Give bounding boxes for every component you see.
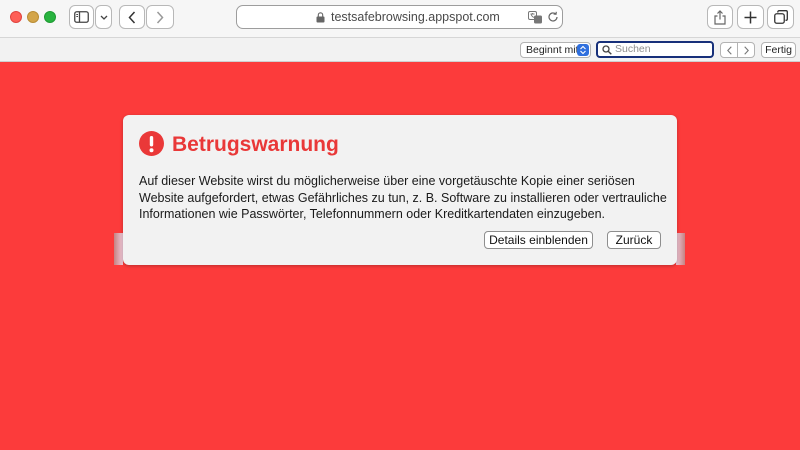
tab-overview-icon xyxy=(773,10,788,24)
search-icon xyxy=(602,45,612,55)
chevron-left-icon xyxy=(128,10,136,24)
translate-icon[interactable] xyxy=(528,11,543,24)
go-back-button[interactable]: Zurück xyxy=(607,231,661,249)
find-mode-select[interactable]: Beginnt mit xyxy=(520,42,591,58)
share-icon xyxy=(714,9,726,25)
find-navigation xyxy=(720,42,755,58)
warning-message: Auf dieser Website wirst du möglicherwei… xyxy=(139,174,667,221)
new-tab-button[interactable] xyxy=(737,5,764,29)
find-bar: Beginnt mit Fertig xyxy=(0,38,800,62)
dialog-edge-accent-left xyxy=(114,233,123,265)
find-previous-button[interactable] xyxy=(721,43,737,57)
forward-button[interactable] xyxy=(146,5,174,29)
close-window-button[interactable] xyxy=(10,11,22,23)
find-mode-label: Beginnt mit xyxy=(526,44,579,56)
chevron-left-icon xyxy=(726,45,732,55)
back-button[interactable] xyxy=(119,5,145,29)
find-search-field[interactable] xyxy=(596,41,714,58)
sidebar-icon xyxy=(74,11,89,23)
lock-icon xyxy=(316,12,325,23)
browser-toolbar: testsafebrowsing.appspot.com xyxy=(0,0,800,38)
chevron-down-icon xyxy=(100,15,107,20)
tab-overview-button[interactable] xyxy=(767,5,794,29)
address-bar[interactable]: testsafebrowsing.appspot.com xyxy=(236,5,563,29)
chevron-right-icon xyxy=(156,10,164,24)
dialog-edge-accent-right xyxy=(676,233,685,265)
share-button[interactable] xyxy=(707,5,733,29)
find-search-input[interactable] xyxy=(615,43,705,55)
sidebar-menu-button[interactable] xyxy=(95,5,112,29)
chevron-right-icon xyxy=(744,45,749,55)
sidebar-toggle-button[interactable] xyxy=(69,5,94,29)
reload-icon[interactable] xyxy=(547,11,559,23)
url-text: testsafebrowsing.appspot.com xyxy=(331,10,500,24)
show-details-button[interactable]: Details einblenden xyxy=(484,231,593,249)
minimize-window-button[interactable] xyxy=(27,11,39,23)
plus-icon xyxy=(744,11,757,23)
up-down-arrows-icon xyxy=(577,44,589,56)
find-next-button[interactable] xyxy=(737,43,754,57)
zoom-window-button[interactable] xyxy=(44,11,56,23)
warning-title: Betrugswarnung xyxy=(172,133,339,156)
phishing-warning-dialog: Betrugswarnung Auf dieser Website wirst … xyxy=(123,115,677,265)
exclamation-icon xyxy=(139,131,164,156)
find-done-button[interactable]: Fertig xyxy=(761,42,796,58)
